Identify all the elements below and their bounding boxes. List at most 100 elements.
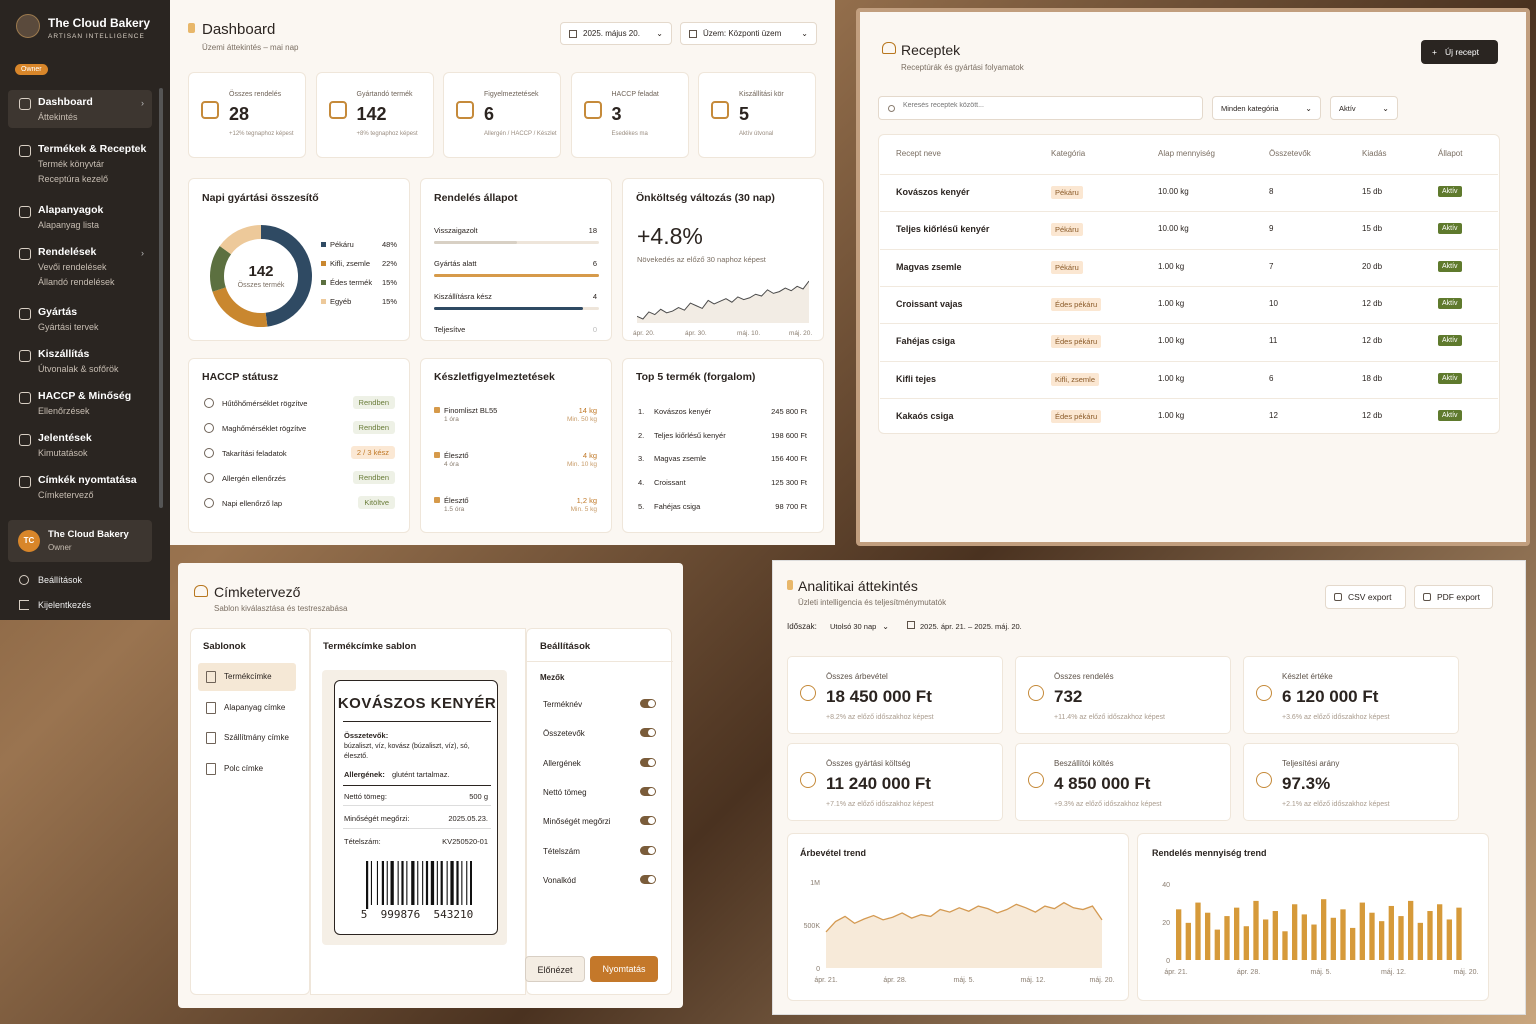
top5-name: Fahéjas csiga <box>654 501 701 511</box>
sidebar-item-title: HACCP & Minőség <box>38 390 132 402</box>
logout-link[interactable]: Kijelentkezés <box>38 600 91 610</box>
sidebar-subitem[interactable]: Áttekintés <box>38 113 152 122</box>
page-title: Dashboard <box>202 21 276 38</box>
field-toggle[interactable] <box>640 874 656 884</box>
template-item[interactable]: Alapanyag címke <box>198 694 296 722</box>
sidebar-subitem[interactable]: Alapanyag lista <box>38 221 152 230</box>
print-button[interactable]: Nyomtatás <box>590 956 658 982</box>
haccp-label: Allergén ellenőrzés <box>222 474 286 483</box>
analytics-kpi-card[interactable]: Összes gyártási költség 11 240 000 Ft +7.1… <box>787 743 1003 821</box>
order-status-label: Visszaigazolt <box>434 226 478 235</box>
recipe-column-header: Recept neve <box>896 149 941 158</box>
sidebar-subitem[interactable]: Ellenőrzések <box>38 407 152 416</box>
kpi-sub: +3.6% az előző időszakhoz képest <box>1282 714 1390 721</box>
status-badge: Aktív <box>1438 260 1462 272</box>
analytics-kpi-card[interactable]: Összes árbevétel 18 450 000 Ft +8.2% az el… <box>787 656 1003 734</box>
plant-select[interactable]: Üzem: Központi üzem ⌄ <box>680 22 817 45</box>
order-status-fill <box>434 307 583 310</box>
table-row[interactable] <box>880 248 1498 286</box>
top5-value: 198 600 Ft <box>771 430 807 440</box>
status-select[interactable]: Aktív ⌄ <box>1330 96 1398 120</box>
page-subtitle: Üzemi áttekintés – mai nap <box>202 43 299 52</box>
box-icon <box>434 452 440 458</box>
analytics-kpi-card[interactable]: Készlet értéke 6 120 000 Ft +3.6% az előző… <box>1243 656 1459 734</box>
field-toggle[interactable] <box>640 786 656 796</box>
check-icon <box>204 473 214 483</box>
kpi-label: Kiszállítási kör <box>739 91 784 98</box>
sidebar-subitem[interactable]: Útvonalak & sofőrök <box>38 365 152 374</box>
table-row[interactable] <box>880 360 1498 398</box>
sidebar-item-5[interactable]: Kiszállítás Útvonalak & sofőrök <box>8 342 152 374</box>
sidebar-scrollbar[interactable] <box>159 88 163 508</box>
chef-hat-icon <box>194 585 208 597</box>
sidebar-item-0[interactable]: Dashboard Áttekintés › <box>8 90 152 122</box>
template-item[interactable]: Termékcímke <box>198 663 296 691</box>
kpi-card[interactable]: Összes rendelés 28 +12% tegnaphoz képest <box>188 72 306 158</box>
stock-note: 1.5 óra <box>444 506 465 513</box>
sidebar-subitem[interactable]: Kimutatások <box>38 449 152 458</box>
csv-export-button[interactable]: CSV export <box>1325 585 1406 609</box>
sidebar-subitem[interactable]: Gyártási tervek <box>38 323 152 332</box>
stock-name: Élesztő <box>444 496 469 505</box>
kpi-card[interactable]: Figyelmeztetések 6 Allergén / HACCP / Kész… <box>443 72 561 158</box>
sidebar-item-icon <box>19 434 31 446</box>
kpi-card[interactable]: Kiszállítási kör 5 Aktív útvonal <box>698 72 816 158</box>
sidebar-subitem[interactable]: Vevői rendelések <box>38 263 152 272</box>
preview-button[interactable]: Előnézet <box>525 956 585 982</box>
settings-link[interactable]: Beállítások <box>38 575 82 585</box>
kpi-card[interactable]: Gyártandó termék 142 +8% tegnaphoz képest <box>315 72 434 158</box>
new-recipe-button[interactable]: + Új recept <box>1421 40 1498 64</box>
barcode-bar <box>446 861 448 905</box>
category-badge: Kifli, zsemle <box>1051 372 1100 386</box>
sidebar-item-icon <box>19 248 31 260</box>
sidebar-subitem[interactable]: Receptúra kezelő <box>38 175 152 184</box>
field-toggle[interactable] <box>640 816 656 826</box>
table-row[interactable] <box>880 397 1498 435</box>
top5-value: 98 700 Ft <box>775 501 807 511</box>
kpi-card[interactable]: HACCP feladat 3 Esedékes ma <box>570 72 689 158</box>
analytics-kpi-card[interactable]: Összes rendelés 732 +11.4% az előző idősza… <box>1015 656 1231 734</box>
table-row[interactable] <box>880 285 1498 323</box>
period-select[interactable]: Utolsó 30 nap ⌄ <box>822 616 898 636</box>
sidebar-user-card[interactable]: TC The Cloud Bakery Owner <box>8 520 152 562</box>
sidebar-item-4[interactable]: Gyártás Gyártási tervek <box>8 300 152 332</box>
date-picker[interactable]: 2025. május 20. ⌄ <box>560 22 672 45</box>
stock-name: Élesztő <box>444 451 469 460</box>
sidebar-item-2[interactable]: Alapanyagok Alapanyag lista <box>8 198 152 230</box>
kpi-value: 11 240 000 Ft <box>826 774 931 793</box>
sidebar-subitem[interactable]: Címketervező <box>38 491 152 500</box>
analytics-kpi-card[interactable]: Teljesítési arány 97.3% +2.1% az előző idő… <box>1243 743 1459 821</box>
sidebar-item-8[interactable]: Címkék nyomtatása Címketervező <box>8 468 152 500</box>
analytics-icon <box>787 580 793 590</box>
sidebar-item-icon <box>19 98 31 110</box>
dashboard-icon <box>188 23 195 33</box>
period-value: Utolsó 30 nap <box>830 621 877 631</box>
field-toggle[interactable] <box>640 757 656 767</box>
order-bar-19 <box>1359 902 1365 960</box>
label-lot-title: Tételszám: <box>344 837 381 846</box>
field-toggle[interactable] <box>640 728 656 738</box>
sidebar-subitem[interactable]: Állandó rendelések <box>38 278 152 287</box>
legend-name: Egyéb <box>330 297 352 306</box>
recipe-search-input[interactable] <box>878 96 1203 120</box>
avatar: TC <box>18 530 40 552</box>
sidebar-subitem[interactable]: Termék könyvtár <box>38 160 152 169</box>
sidebar-item-3[interactable]: Rendelések Vevői rendelések Állandó rendel… <box>8 240 152 287</box>
sidebar-item-7[interactable]: Jelentések Kimutatások <box>8 426 152 458</box>
table-row[interactable] <box>880 323 1498 360</box>
pdf-export-button[interactable]: PDF export <box>1414 585 1493 609</box>
table-row[interactable] <box>880 174 1498 211</box>
template-item[interactable]: Polc címke <box>198 755 296 783</box>
field-toggle[interactable] <box>640 699 656 708</box>
sidebar-item-1[interactable]: Termékek & Receptek Termék könyvtár Recept… <box>8 137 152 184</box>
analytics-kpi-card[interactable]: Beszállítói költés 4 850 000 Ft +9.3% az e… <box>1015 743 1231 821</box>
sidebar-item-6[interactable]: HACCP & Minőség Ellenőrzések <box>8 384 152 416</box>
recipe-search-field[interactable] <box>903 102 1193 109</box>
legend-swatch <box>321 242 326 247</box>
order-bar-17 <box>1340 909 1346 960</box>
category-select[interactable]: Minden kategória ⌄ <box>1212 96 1321 120</box>
template-item[interactable]: Szállítmány címke <box>198 724 296 752</box>
top5-rank: 5. <box>638 501 645 511</box>
template-icon <box>206 671 216 683</box>
field-toggle[interactable] <box>640 845 656 855</box>
